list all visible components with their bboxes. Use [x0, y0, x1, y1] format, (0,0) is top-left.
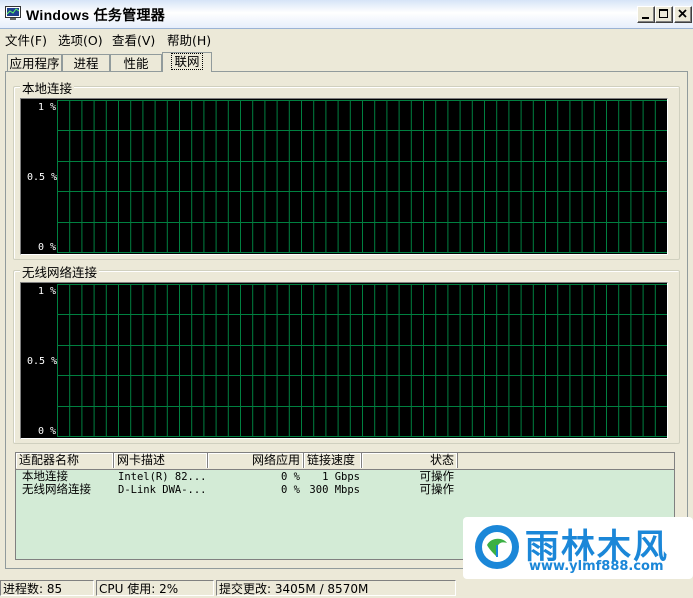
tick-label: 0 % [38, 242, 57, 253]
close-icon [678, 9, 687, 18]
close-button[interactable] [674, 6, 692, 23]
watermark: 雨林木风 www.ylmf888.com [463, 517, 693, 579]
column-header-link-speed[interactable]: 链接速度 [304, 453, 362, 468]
tick-label: 1 % [38, 102, 57, 113]
tab-processes[interactable]: 进程 [62, 54, 110, 71]
tab-label: 性能 [123, 56, 149, 71]
maximize-button[interactable] [655, 6, 673, 23]
maximize-icon [659, 9, 668, 18]
tab-networking[interactable]: 联网 [162, 52, 212, 72]
table-cell: Intel(R) 82... [118, 471, 207, 483]
network-graph-local [20, 98, 668, 255]
tick-label: 0 % [38, 426, 57, 437]
tab-performance[interactable]: 性能 [110, 54, 162, 71]
network-graph-wireless [20, 282, 668, 439]
status-process-count: 进程数: 85 [0, 580, 94, 596]
table-cell: D-Link DWA-... [118, 484, 207, 496]
menu-file[interactable]: 文件(F) [5, 30, 47, 49]
tick-label: 0.5 % [27, 356, 58, 367]
table-cell: 300 Mbps [309, 484, 360, 496]
menu-help[interactable]: 帮助(H) [167, 30, 211, 49]
brand-url: www.ylmf888.com [529, 559, 664, 574]
graph-grid [57, 284, 667, 437]
column-header-state[interactable]: 状态 [362, 453, 458, 468]
menu-options[interactable]: 选项(O) [58, 30, 103, 49]
table-cell: 无线网络连接 [22, 482, 91, 496]
tab-label: 联网 [171, 53, 203, 70]
status-commit-charge: 提交更改: 3405M / 8570M [216, 580, 456, 596]
table-cell: 0 % [281, 484, 300, 496]
minimize-icon [642, 17, 649, 19]
tab-label: 应用程序 [9, 56, 60, 71]
table-cell: 0 % [281, 471, 300, 483]
tab-applications[interactable]: 应用程序 [7, 54, 62, 71]
window-title: Windows 任务管理器 [26, 7, 166, 23]
minimize-button[interactable] [637, 6, 655, 23]
column-header-description[interactable]: 网卡描述 [114, 453, 208, 468]
status-cpu-usage: CPU 使用: 2% [96, 580, 214, 596]
menu-bar: 文件(F) 选项(O) 查看(V) 帮助(H) [0, 28, 693, 49]
task-manager-icon [5, 6, 21, 20]
title-bar[interactable]: Windows 任务管理器 [0, 0, 693, 29]
status-bar: 进程数: 85 CPU 使用: 2% 提交更改: 3405M / 8570M [0, 578, 693, 598]
tick-label: 0.5 % [27, 172, 58, 183]
graph-title: 无线网络连接 [20, 262, 100, 281]
column-header-utilization[interactable]: 网络应用 [208, 453, 304, 468]
list-header: 适配器名称 网卡描述 网络应用 链接速度 状态 [16, 453, 674, 470]
column-header-adapter-name[interactable]: 适配器名称 [16, 453, 114, 468]
tab-label: 进程 [73, 56, 99, 71]
tick-label: 1 % [38, 286, 57, 297]
table-cell: 1 Gbps [322, 471, 360, 483]
graph-grid [57, 100, 667, 253]
brand-logo-icon [475, 525, 519, 569]
table-cell: 可操作 [419, 482, 455, 496]
graph-title: 本地连接 [20, 78, 75, 97]
menu-view[interactable]: 查看(V) [112, 30, 155, 49]
